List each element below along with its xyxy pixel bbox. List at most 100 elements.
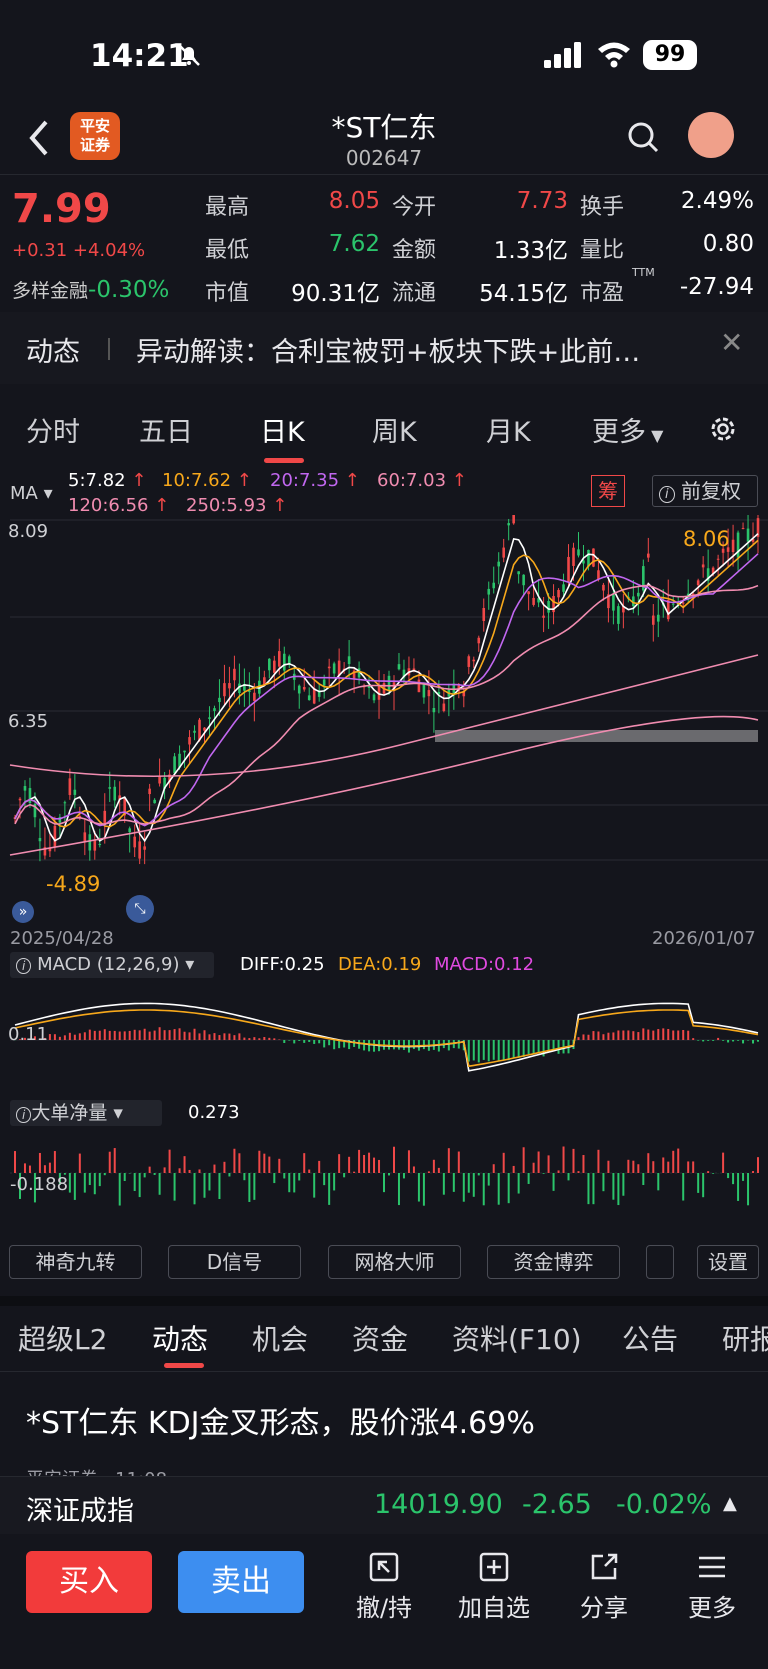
news-source: 平安证券 · 11:08 [26,1466,326,1476]
candle-body [597,570,600,580]
candle-body [148,788,151,795]
candle-body [542,615,545,618]
candle-body [637,592,640,597]
indicator-nine-turn-button[interactable]: 神奇九转 [9,1245,142,1279]
candle-body [387,675,391,690]
candle-body [417,679,421,693]
ma-selector[interactable]: MA ▾ [10,483,53,504]
candle-body [302,686,306,690]
big-order-selector[interactable]: i 大单净量 ▾ [10,1100,162,1126]
candle-body [188,737,191,745]
value-pe: -27.94 [679,274,754,300]
battery-indicator: 99 [643,40,697,70]
candle-body [53,825,57,847]
candle-body [153,799,156,804]
fullscreen-icon[interactable]: ⤡ [126,895,154,923]
caret-up-icon[interactable]: ▲ [723,1493,737,1514]
tab-daily-k[interactable]: 日K [260,410,305,449]
tab-weekly-k[interactable]: 周K [372,410,417,449]
tab-f10[interactable]: 资料(F10) [452,1318,582,1358]
candle-body [522,574,525,586]
tab-capital[interactable]: 资金 [352,1318,408,1358]
high-marker-label: 8.06 [683,527,730,551]
candle-body [143,846,146,850]
candle-body [183,750,186,753]
candle-body [83,832,87,842]
tab-five-day[interactable]: 五日 [139,410,193,449]
label-volume-ratio: 量比 [580,238,625,263]
menu-icon [699,1556,725,1578]
candle-body [477,637,481,644]
buy-button[interactable]: 买入 [26,1551,152,1613]
price-change: +0.31 +4.04% [12,240,146,261]
tab-monthly-k[interactable]: 月K [486,410,531,449]
indicator-more-button[interactable] [646,1245,674,1279]
ma10-value: 10:7.62 ↑ [162,470,252,491]
indicator-settings-button[interactable]: 设置 [697,1245,759,1279]
candle-body [213,708,216,711]
tab-intraday[interactable]: 分时 [26,410,80,449]
macd-selector[interactable]: i MACD (12,26,9) ▾ [10,952,214,978]
search-icon[interactable] [626,120,660,154]
section-divider [0,1296,768,1306]
sector-change[interactable]: 多样金融-0.30% [12,276,169,303]
tab-announcement[interactable]: 公告 [622,1318,678,1358]
candle-body [572,547,575,566]
candle-body [93,840,97,851]
candle-body [277,651,281,667]
value-high: 8.05 [328,188,380,214]
candle-body [73,789,77,795]
cancel-hold-button[interactable]: 撤/持 [344,1550,424,1623]
low-marker-label: -4.89 [46,872,101,896]
add-watchlist-button[interactable]: 加自选 [454,1550,534,1623]
candle-body [671,603,675,605]
macd-chart [10,1002,760,1072]
macd-dea: DEA:0.19 [338,954,422,975]
news-bar[interactable]: 动态 异动解读：合利宝被罚+板块下跌+此前… ✕ [0,312,768,384]
candlestick-chart[interactable] [0,515,768,925]
tab-opportunity[interactable]: 机会 [252,1318,308,1358]
candle-body [651,615,655,625]
ma250-value: 250:5.93 ↑ [186,495,288,516]
indicator-capital-game-button[interactable]: 资金博弈 [487,1245,620,1279]
status-time: 14:21 [90,38,189,74]
candle-body [68,778,72,795]
tab-more[interactable]: 更多 ▼ [592,410,663,449]
avatar[interactable] [688,112,734,158]
candle-body [322,679,326,686]
adjust-mode-button[interactable]: i 前复权 [652,475,758,507]
tab-research[interactable]: 研报 [722,1318,768,1358]
wifi-icon [598,42,630,68]
dea-line [14,1009,759,1068]
candle-body [113,786,117,801]
settings-gear-icon[interactable] [708,414,738,444]
news-headline[interactable]: *ST仁东 KDJ金叉形态，股价涨4.69% [26,1398,535,1442]
chip-distribution-button[interactable]: 筹 [591,475,625,507]
label-high: 最高 [205,195,250,220]
candle-body [133,836,136,848]
candle-body [38,837,42,842]
ma60-value: 60:7.03 ↑ [377,470,467,491]
candle-body [592,548,595,567]
index-name: 深证成指 [26,1496,134,1527]
share-button[interactable]: 分享 [564,1550,644,1623]
ma20-value: 20:7.35 ↑ [270,470,360,491]
indicator-d-signal-button[interactable]: D信号 [168,1245,301,1279]
close-icon[interactable]: ✕ [720,326,743,359]
candle-body [656,614,660,622]
indicator-grid-master-button[interactable]: 网格大师 [328,1245,461,1279]
value-open: 7.73 [516,188,568,214]
candle-body [507,523,510,526]
tab-super-l2[interactable]: 超级L2 [18,1318,107,1358]
sell-button[interactable]: 卖出 [178,1551,304,1613]
label-market-cap: 市值 [205,281,250,306]
candle-body [562,584,565,592]
index-ticker[interactable]: 深证成指 14019.90 -2.65 -0.02% ▲ [0,1476,768,1534]
expand-left-icon[interactable]: » [12,901,34,923]
index-change: -2.65 [522,1489,592,1520]
news-divider [108,338,110,360]
tab-news[interactable]: 动态 [152,1318,208,1358]
more-button[interactable]: 更多 [672,1550,752,1623]
candle-body [138,841,141,859]
date-end: 2026/01/07 [652,928,756,949]
